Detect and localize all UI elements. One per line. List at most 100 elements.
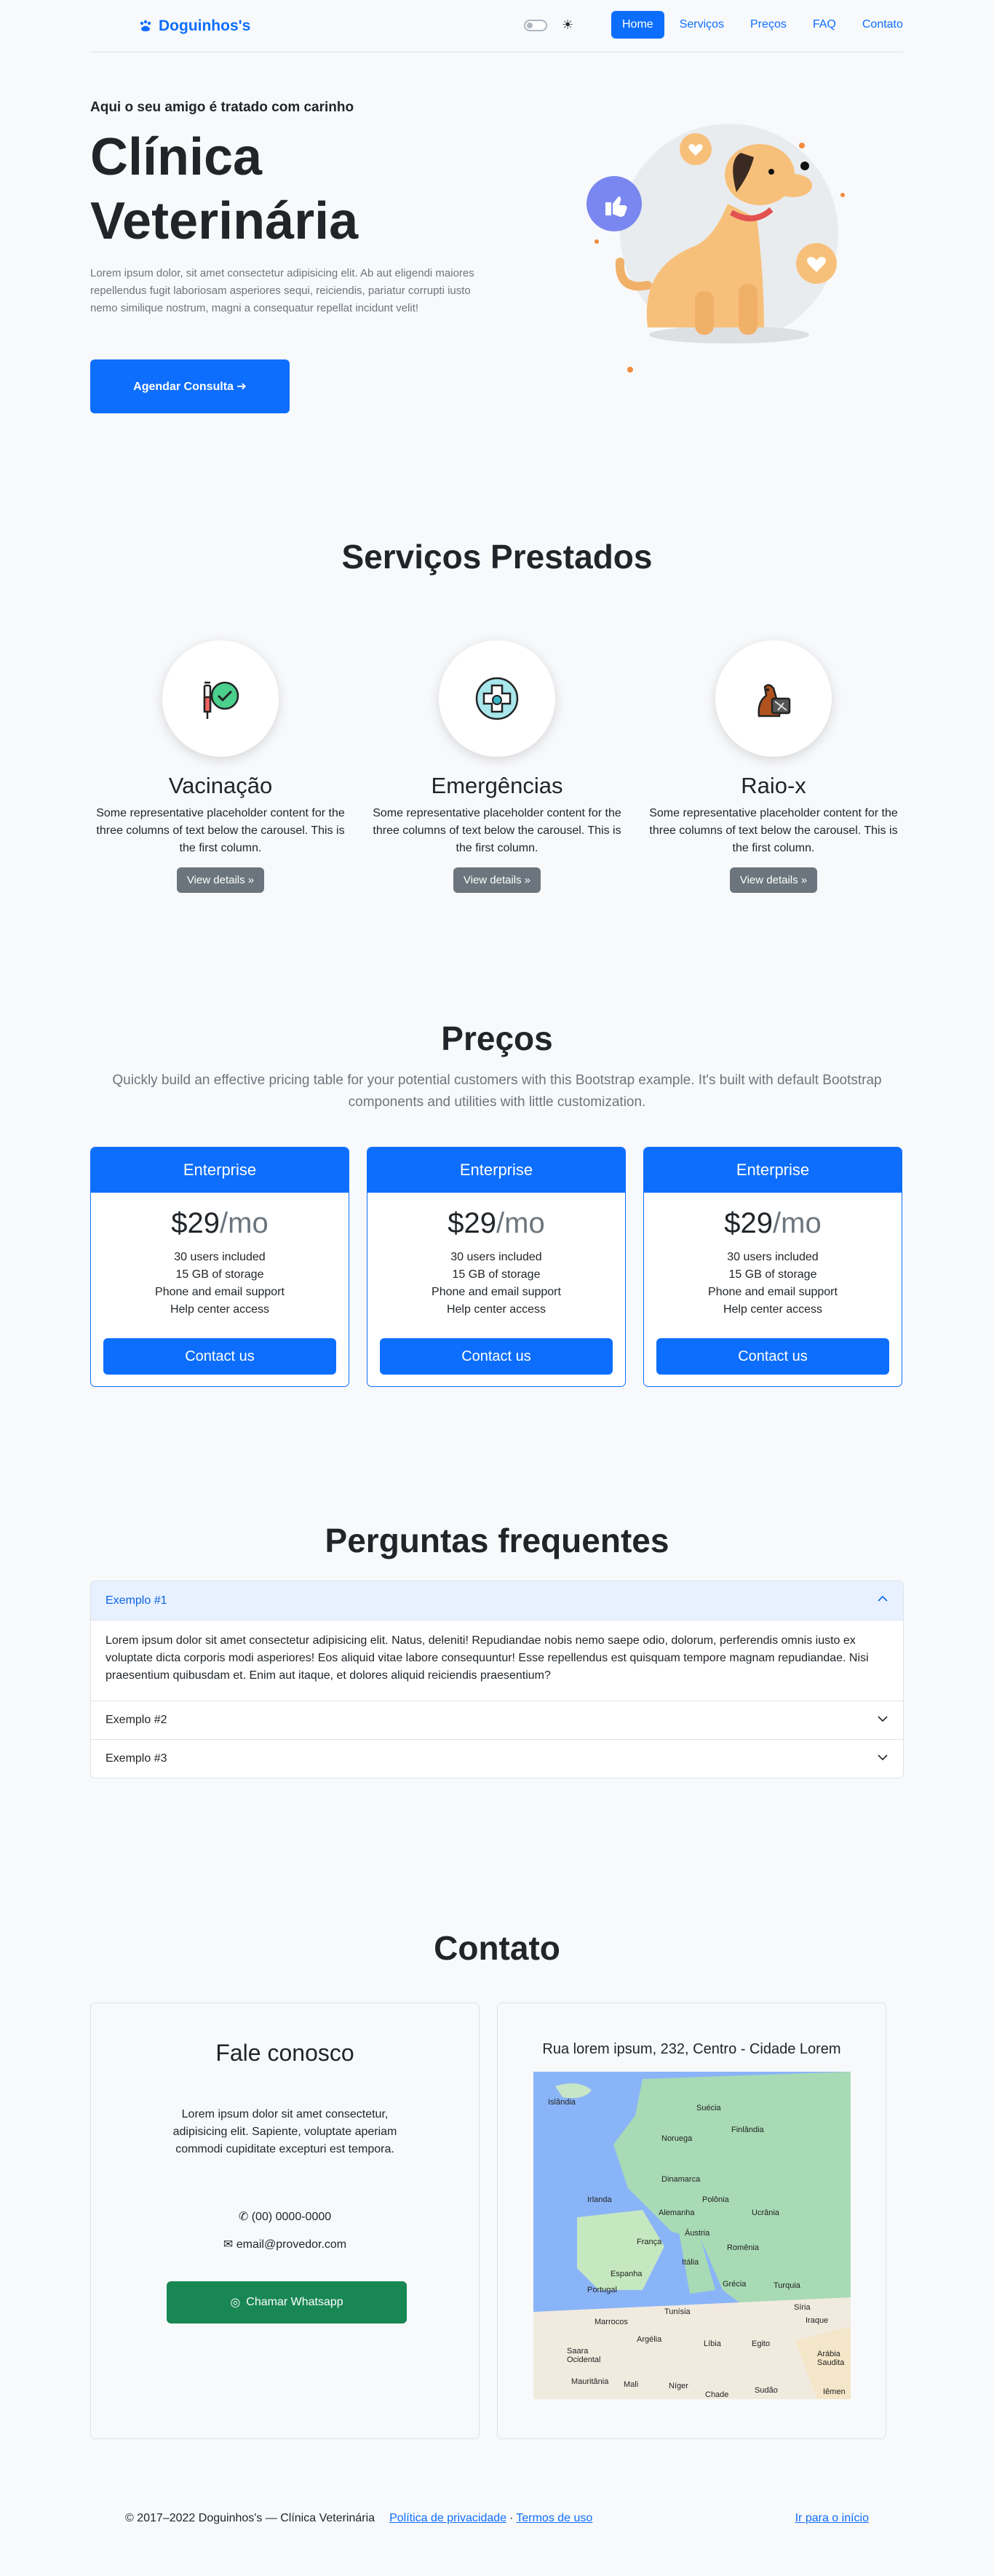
hero-title: Clínica Veterinária xyxy=(90,128,359,250)
map-label: Polônia xyxy=(702,2195,729,2204)
map-label: Islândia xyxy=(548,2098,576,2107)
contact-us-button[interactable]: Contact us xyxy=(380,1338,613,1375)
hero-text: Lorem ipsum dolor, sit amet consectetur … xyxy=(90,267,474,314)
plan-features: 30 users included 15 GB of storage Phone… xyxy=(644,1249,902,1319)
pricing-card: Enterprise $29/mo 30 users included 15 G… xyxy=(90,1147,349,1387)
plan-price: $29/mo xyxy=(724,1207,822,1239)
faq-title: Perguntas frequentes xyxy=(325,1522,669,1559)
view-details-button[interactable]: View details » xyxy=(176,867,265,893)
plan-name: Enterprise xyxy=(367,1148,625,1193)
chevron-down-icon xyxy=(877,1713,888,1728)
map-label: França xyxy=(637,2238,662,2246)
faq-item: Exemplo #2 xyxy=(91,1701,903,1740)
service-vacinacao: Vacinação Some representative placeholde… xyxy=(93,640,348,893)
map-label: Síria xyxy=(794,2303,811,2312)
vaccine-icon xyxy=(203,681,239,719)
map-label: Portugal xyxy=(587,2286,617,2294)
map-label: Ucrânia xyxy=(752,2209,779,2217)
nav-contato[interactable]: Contato xyxy=(851,11,914,39)
email: ✉ email@provedor.com xyxy=(91,2237,479,2251)
view-details-button[interactable]: View details » xyxy=(453,867,541,893)
chevron-down-icon xyxy=(877,1752,888,1767)
plan-feature: 15 GB of storage xyxy=(175,1268,264,1281)
plan-features: 30 users included 15 GB of storage Phone… xyxy=(91,1249,349,1319)
whatsapp-icon: ◎ xyxy=(230,2297,241,2309)
plan-feature: 30 users included xyxy=(450,1251,542,1263)
schedule-button[interactable]: Agendar Consulta ➔ xyxy=(90,359,290,413)
plan-name: Enterprise xyxy=(91,1148,349,1193)
map-label: Alemanha xyxy=(659,2209,695,2217)
map-label: Egito xyxy=(752,2340,771,2348)
map-label: Romênia xyxy=(727,2243,760,2252)
plan-feature: Phone and email support xyxy=(708,1286,838,1298)
service-emergencias: Emergências Some representative placehol… xyxy=(370,640,624,893)
plan-features: 30 users included 15 GB of storage Phone… xyxy=(367,1249,625,1319)
nav-precos[interactable]: Preços xyxy=(739,11,798,39)
map-label: Líbia xyxy=(704,2340,721,2348)
view-details-button[interactable]: View details » xyxy=(729,867,818,893)
pricing-subtitle: Quickly build an effective pricing table… xyxy=(112,1073,882,1110)
separator: · xyxy=(509,2512,514,2524)
faq-question-label: Exemplo #2 xyxy=(106,1714,167,1726)
dog-xray-icon xyxy=(758,684,791,717)
services-title: Serviços Prestados xyxy=(341,538,653,576)
sun-icon: ☀ xyxy=(562,17,574,32)
privacy-link[interactable]: Política de privacidade xyxy=(389,2512,506,2525)
service-text: Some representative placeholder content … xyxy=(373,807,621,854)
faq-question[interactable]: Exemplo #2 xyxy=(91,1701,903,1739)
map-label: Finlândia xyxy=(731,2126,764,2134)
plan-name: Enterprise xyxy=(644,1148,902,1193)
map-label: Dinamarca xyxy=(661,2175,701,2184)
nav-servicos[interactable]: Serviços xyxy=(669,11,735,39)
faq-answer: Lorem ipsum dolor sit amet consectetur a… xyxy=(106,1634,869,1682)
faq-question[interactable]: Exemplo #1 xyxy=(91,1581,903,1621)
back-to-top-link[interactable]: Ir para o início xyxy=(795,2512,869,2525)
plan-feature: Help center access xyxy=(170,1303,270,1316)
faq-question-label: Exemplo #3 xyxy=(106,1752,167,1765)
map-label: Marrocos xyxy=(595,2318,628,2326)
plan-feature: Phone and email support xyxy=(432,1286,561,1298)
map-label: Mali xyxy=(624,2380,639,2389)
medical-cross-icon xyxy=(475,677,519,720)
map-label: Níger xyxy=(669,2382,688,2390)
footer: © 2017–2022 Doguinhos's — Clínica Veteri… xyxy=(125,2512,869,2525)
plan-feature: 15 GB of storage xyxy=(728,1268,817,1281)
contact-us-button[interactable]: Contact us xyxy=(656,1338,889,1375)
chevron-up-icon xyxy=(877,1593,888,1608)
faq-question[interactable]: Exemplo #3 xyxy=(91,1740,903,1778)
contact-heading: Fale conosco xyxy=(215,2040,354,2066)
theme-toggle[interactable] xyxy=(524,20,547,31)
map[interactable]: Islândia Suécia Finlândia Noruega Dinama… xyxy=(533,2072,851,2399)
contact-title: Contato xyxy=(434,1929,560,1967)
map-label: Áustria xyxy=(685,2229,710,2238)
plan-feature: Help center access xyxy=(723,1303,823,1316)
map-label: Argélia xyxy=(637,2335,662,2344)
whatsapp-button[interactable]: ◎ Chamar Whatsapp xyxy=(167,2281,407,2323)
plan-feature: Help center access xyxy=(446,1303,546,1316)
phone-icon: ✆ xyxy=(238,2211,249,2223)
vaccine-circle xyxy=(162,640,279,757)
plan-price: $29/mo xyxy=(171,1207,269,1239)
nav-home[interactable]: Home xyxy=(611,11,664,39)
map-label: Iraque xyxy=(806,2316,829,2325)
navbar: Doguinhos's ☀ Home Serviços Preços FAQ C… xyxy=(90,0,904,52)
xray-circle xyxy=(715,640,832,757)
map-label: Irlanda xyxy=(587,2195,612,2204)
plan-feature: Phone and email support xyxy=(155,1286,285,1298)
address: Rua lorem ipsum, 232, Centro - Cidade Lo… xyxy=(542,2041,841,2057)
pricing-card: Enterprise $29/mo 30 users included 15 G… xyxy=(367,1147,626,1387)
faq-question-label: Exemplo #1 xyxy=(106,1594,167,1607)
pricing-card: Enterprise $29/mo 30 users included 15 G… xyxy=(643,1147,902,1387)
map-label: Sudão xyxy=(755,2386,778,2395)
brand-name: Doguinhos's xyxy=(159,17,251,34)
pricing-title: Preços xyxy=(441,1019,553,1057)
nav-links: Home Serviços Preços FAQ Contato xyxy=(611,11,914,39)
terms-link[interactable]: Termos de uso xyxy=(516,2512,592,2525)
emergency-circle xyxy=(439,640,555,757)
dog-illustration xyxy=(587,124,845,373)
map-label: Chade xyxy=(705,2390,729,2399)
map-card: Rua lorem ipsum, 232, Centro - Cidade Lo… xyxy=(497,2003,886,2439)
nav-faq[interactable]: FAQ xyxy=(802,11,847,39)
contact-us-button[interactable]: Contact us xyxy=(103,1338,336,1375)
brand[interactable]: Doguinhos's xyxy=(138,17,250,35)
